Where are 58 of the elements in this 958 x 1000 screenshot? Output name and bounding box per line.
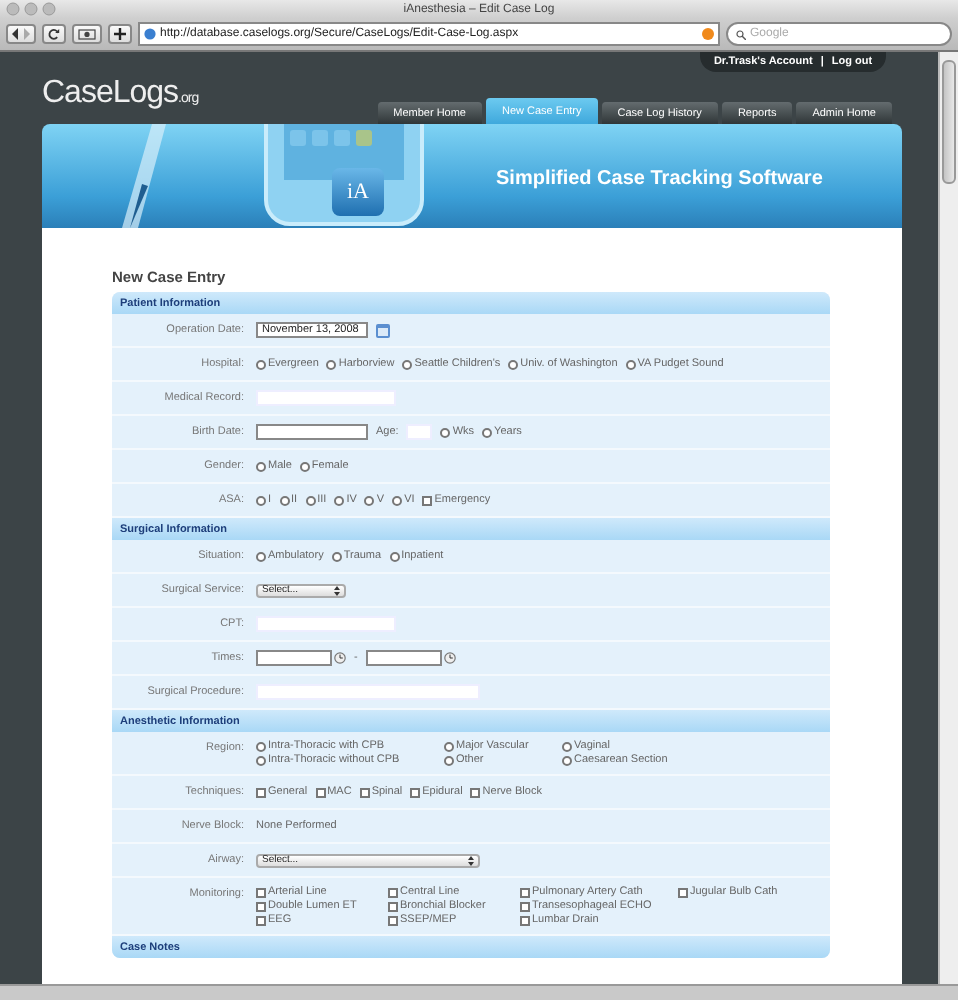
checkbox[interactable] <box>256 787 266 797</box>
checkbox[interactable] <box>410 787 421 797</box>
checkbox[interactable] <box>315 787 326 797</box>
radio-button[interactable] <box>331 551 342 561</box>
radio-button[interactable] <box>256 741 266 751</box>
radio-button[interactable] <box>402 359 413 369</box>
select-arrows-icon <box>468 855 474 865</box>
checkbox[interactable] <box>388 887 398 897</box>
input-field[interactable] <box>256 424 368 440</box>
select-arrows-icon <box>334 585 340 595</box>
radio-button[interactable] <box>389 551 400 561</box>
radio-button[interactable] <box>256 755 266 765</box>
checkbox[interactable] <box>256 901 266 911</box>
radio-button[interactable] <box>256 461 266 471</box>
scrollbar[interactable] <box>938 52 958 984</box>
checkbox[interactable] <box>388 901 398 911</box>
checkbox[interactable] <box>470 787 481 797</box>
radio-button[interactable] <box>444 755 454 765</box>
radio-button[interactable] <box>299 461 310 471</box>
camera-button[interactable] <box>72 24 102 44</box>
checkbox[interactable] <box>359 787 370 797</box>
checkbox[interactable] <box>678 887 688 897</box>
tagline: Simplified Case Tracking Software <box>496 168 823 190</box>
app-badge: iA <box>332 168 384 216</box>
radio-button[interactable] <box>444 741 454 751</box>
add-bookmark-button[interactable] <box>108 24 132 44</box>
time-field[interactable] <box>365 650 442 666</box>
radio-button[interactable] <box>256 495 266 505</box>
radio-button[interactable] <box>562 741 572 751</box>
checkbox[interactable] <box>388 915 398 925</box>
radio-button[interactable] <box>256 359 266 369</box>
globe-icon <box>144 28 156 40</box>
radio-button[interactable] <box>256 551 266 561</box>
clock-icon[interactable] <box>443 652 456 664</box>
radio-button[interactable] <box>305 495 316 505</box>
radio-button[interactable] <box>562 755 572 765</box>
search-icon <box>736 29 746 39</box>
clock-icon[interactable] <box>334 652 346 664</box>
checkbox[interactable] <box>422 495 433 505</box>
checkbox[interactable] <box>256 887 266 897</box>
calendar-icon[interactable] <box>376 323 390 337</box>
radio-button[interactable] <box>625 359 636 369</box>
radio-button[interactable] <box>392 495 403 505</box>
radio-button[interactable] <box>364 495 375 505</box>
checkbox[interactable] <box>520 915 530 925</box>
radio-button[interactable] <box>334 495 345 505</box>
radio-button[interactable] <box>508 359 519 369</box>
back-button[interactable] <box>6 24 36 44</box>
reload-button[interactable] <box>42 24 66 44</box>
rss-icon[interactable] <box>702 28 714 40</box>
time-field[interactable] <box>256 650 332 666</box>
radio-button[interactable] <box>440 427 451 437</box>
radio-button[interactable] <box>482 427 493 437</box>
checkbox[interactable] <box>520 887 530 897</box>
radio-button[interactable] <box>326 359 337 369</box>
checkbox[interactable] <box>256 915 266 925</box>
checkbox[interactable] <box>520 901 530 911</box>
radio-button[interactable] <box>279 495 290 505</box>
